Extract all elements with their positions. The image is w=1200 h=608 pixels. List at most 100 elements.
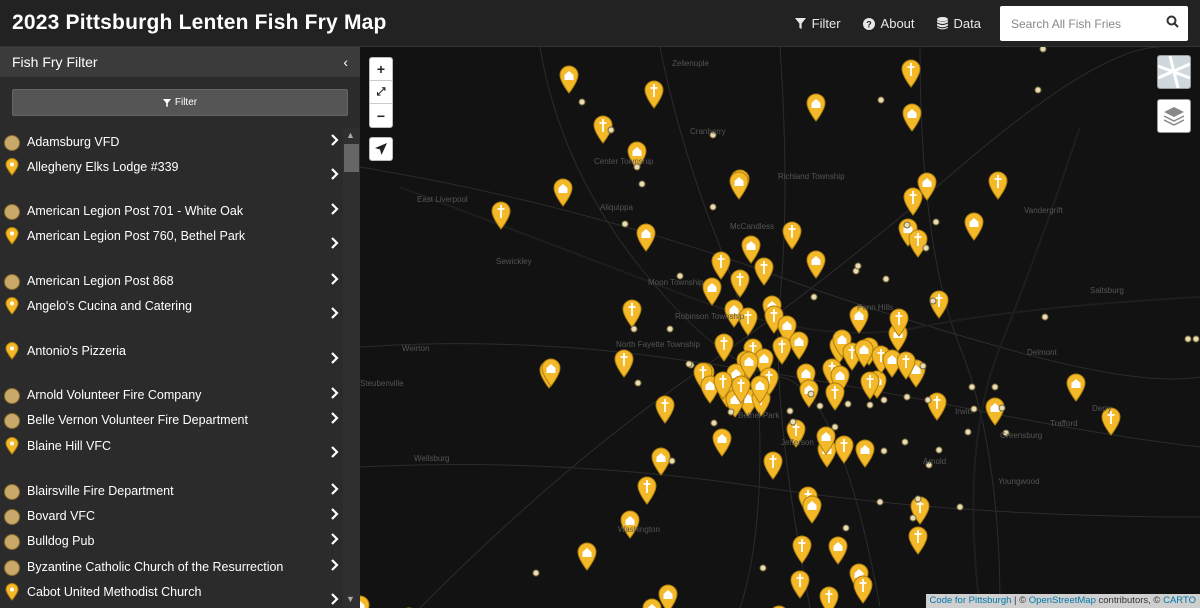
fish-fry-small-marker[interactable] xyxy=(607,126,615,134)
fish-fry-marker[interactable] xyxy=(927,392,947,421)
fish-fry-marker[interactable] xyxy=(754,257,774,286)
nav-about[interactable]: ? About xyxy=(852,16,926,31)
fish-fry-small-marker[interactable] xyxy=(1039,47,1047,53)
basemap-toggle-button[interactable] xyxy=(1157,55,1191,89)
chevron-right-icon[interactable] xyxy=(330,352,339,364)
fish-fry-marker[interactable] xyxy=(559,65,579,94)
fish-fry-marker[interactable] xyxy=(712,428,732,457)
fish-fry-marker[interactable] xyxy=(834,435,854,464)
fish-fry-marker[interactable] xyxy=(964,212,984,241)
fish-fry-small-marker[interactable] xyxy=(929,297,937,305)
search-icon[interactable] xyxy=(1166,15,1179,28)
fish-fry-marker[interactable] xyxy=(806,93,826,122)
fish-fry-small-marker[interactable] xyxy=(634,379,642,387)
fish-fry-small-marker[interactable] xyxy=(877,96,885,104)
layers-button[interactable] xyxy=(1157,99,1191,133)
scroll-up-arrow-icon[interactable]: ▲ xyxy=(346,130,355,140)
fish-fry-marker[interactable] xyxy=(802,495,822,524)
fish-fry-small-marker[interactable] xyxy=(709,203,717,211)
chevron-right-icon[interactable] xyxy=(330,412,339,424)
attribution-link-codeforpgh[interactable]: Code for Pittsburgh xyxy=(930,595,1012,606)
fish-fry-marker[interactable] xyxy=(828,536,848,565)
fish-fry-marker[interactable] xyxy=(360,595,370,608)
fish-fry-small-marker[interactable] xyxy=(932,218,940,226)
fish-fry-small-marker[interactable] xyxy=(1184,335,1192,343)
fish-fry-small-marker[interactable] xyxy=(964,428,972,436)
fish-fry-small-marker[interactable] xyxy=(786,407,794,415)
fish-fry-small-marker[interactable] xyxy=(922,244,930,252)
fish-fry-small-marker[interactable] xyxy=(901,438,909,446)
attribution-link-osm[interactable]: OpenStreetMap xyxy=(1029,595,1096,606)
chevron-right-icon[interactable] xyxy=(330,508,339,520)
fish-fry-small-marker[interactable] xyxy=(924,396,932,404)
fish-fry-marker[interactable] xyxy=(929,290,949,319)
fish-fry-marker[interactable] xyxy=(790,570,810,599)
fish-fry-small-marker[interactable] xyxy=(991,383,999,391)
fish-fry-small-marker[interactable] xyxy=(909,514,917,522)
fish-fry-small-marker[interactable] xyxy=(638,180,646,188)
fish-fry-marker[interactable] xyxy=(806,250,826,279)
fish-fry-small-marker[interactable] xyxy=(810,293,818,301)
fish-fry-marker[interactable] xyxy=(642,598,662,608)
chevron-right-icon[interactable] xyxy=(330,237,339,249)
fish-fry-marker[interactable] xyxy=(819,586,839,608)
fish-fry-small-marker[interactable] xyxy=(842,524,850,532)
fish-fry-small-marker[interactable] xyxy=(789,418,797,426)
fish-fry-marker[interactable] xyxy=(730,269,750,298)
locate-button[interactable] xyxy=(369,137,393,161)
fish-fry-marker[interactable] xyxy=(1066,373,1086,402)
map-canvas[interactable]: Zelienople Cranberry Center Township Richla… xyxy=(360,47,1200,608)
attribution-link-carto[interactable]: CARTO xyxy=(1163,595,1196,606)
fish-fry-marker[interactable] xyxy=(908,229,928,258)
chevron-right-icon[interactable] xyxy=(330,273,339,285)
chevron-right-icon[interactable] xyxy=(330,168,339,180)
fish-fry-small-marker[interactable] xyxy=(903,221,911,229)
fish-fry-marker[interactable] xyxy=(908,526,928,555)
chevron-right-icon[interactable] xyxy=(330,483,339,495)
fish-fry-small-marker[interactable] xyxy=(968,383,976,391)
search-input[interactable] xyxy=(1000,16,1160,31)
scroll-thumb[interactable] xyxy=(344,144,359,172)
fish-fry-small-marker[interactable] xyxy=(1041,313,1049,321)
chevron-right-icon[interactable] xyxy=(330,559,339,571)
fish-fry-small-marker[interactable] xyxy=(876,498,884,506)
zoom-in-button[interactable]: + xyxy=(370,58,392,81)
chevron-right-icon[interactable] xyxy=(330,134,339,146)
fish-fry-small-marker[interactable] xyxy=(831,423,839,431)
fish-fry-small-marker[interactable] xyxy=(621,220,629,228)
fish-fry-marker[interactable] xyxy=(902,103,922,132)
filter-button[interactable]: Filter xyxy=(12,89,348,116)
fish-fry-marker[interactable] xyxy=(655,395,675,424)
fish-fry-small-marker[interactable] xyxy=(914,495,922,503)
fish-fry-marker[interactable] xyxy=(772,336,792,365)
fish-fry-marker[interactable] xyxy=(702,277,722,306)
nav-filter[interactable]: Filter xyxy=(784,16,852,31)
chevron-right-icon[interactable] xyxy=(330,387,339,399)
fish-fry-marker[interactable] xyxy=(825,382,845,411)
fish-fry-marker[interactable] xyxy=(651,447,671,476)
fish-fry-marker[interactable] xyxy=(901,59,921,88)
fish-fry-small-marker[interactable] xyxy=(666,325,674,333)
fish-fry-small-marker[interactable] xyxy=(710,419,718,427)
chevron-right-icon[interactable] xyxy=(330,593,339,605)
fish-fry-marker[interactable] xyxy=(644,80,664,109)
fish-fry-small-marker[interactable] xyxy=(880,447,888,455)
nav-data[interactable]: Data xyxy=(926,16,992,31)
fish-fry-small-marker[interactable] xyxy=(685,360,693,368)
list-scrollbar[interactable]: ▲ ▼ xyxy=(343,128,360,608)
zoom-out-button[interactable]: − xyxy=(370,104,392,127)
fish-fry-marker[interactable] xyxy=(903,187,923,216)
fish-fry-small-marker[interactable] xyxy=(1034,86,1042,94)
fish-fry-small-marker[interactable] xyxy=(919,362,927,370)
fish-fry-small-marker[interactable] xyxy=(998,404,1006,412)
fish-fry-marker[interactable] xyxy=(622,299,642,328)
fish-fry-marker[interactable] xyxy=(763,451,783,480)
fish-fry-marker[interactable] xyxy=(658,584,678,608)
fish-fry-marker[interactable] xyxy=(491,201,511,230)
fish-fry-small-marker[interactable] xyxy=(956,503,964,511)
fish-fry-marker[interactable] xyxy=(711,251,731,280)
fish-fry-marker[interactable] xyxy=(553,178,573,207)
fit-bounds-button[interactable]: ⤢ xyxy=(370,81,392,104)
chevron-right-icon[interactable] xyxy=(330,533,339,545)
fish-fry-small-marker[interactable] xyxy=(854,262,862,270)
